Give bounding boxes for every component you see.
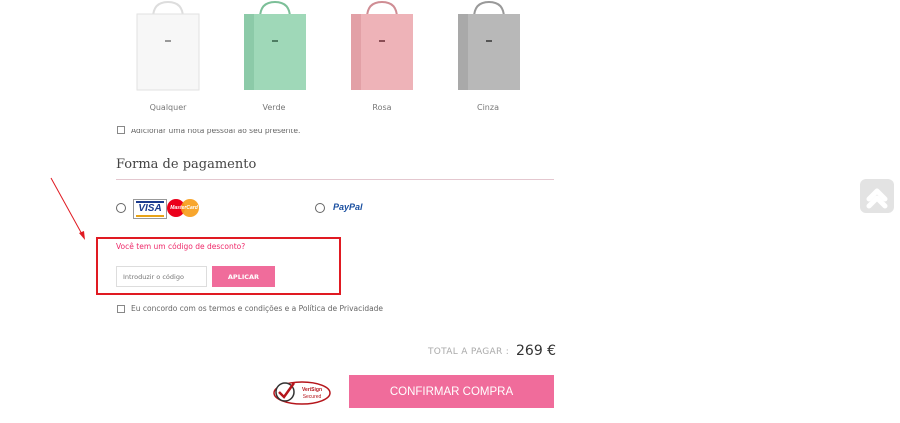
mastercard-text: MasterCard: [170, 205, 198, 211]
gift-bag-label: Rosa: [372, 103, 392, 112]
gift-bag-label: Cinza: [477, 103, 499, 112]
verisign-seal: VeriSign Secured: [273, 381, 331, 405]
gift-bag-label: Verde: [262, 103, 286, 112]
section-divider: [116, 179, 554, 180]
discount-code-question: Você tem um código de desconto?: [116, 242, 246, 251]
discount-code-input[interactable]: [116, 266, 207, 287]
payment-section-title: Forma de pagamento: [116, 157, 257, 172]
total-value: 269 €: [516, 343, 557, 359]
gift-bag-image: [458, 0, 520, 90]
gift-bag-image: [351, 0, 413, 90]
paypal-logo: PayPal: [333, 202, 363, 212]
paypal-payment-radio[interactable]: [315, 203, 325, 213]
apply-discount-button[interactable]: APLICAR: [212, 266, 275, 287]
scroll-top-button[interactable]: [860, 179, 894, 213]
confirm-purchase-button[interactable]: CONFIRMAR COMPRA: [349, 375, 554, 408]
visa-logo: VISA: [133, 199, 167, 219]
gift-note-label: Adicionar uma nota pessoal ao seu presen…: [131, 126, 301, 135]
chevron-up-icon: [866, 188, 888, 209]
gift-note-checkbox[interactable]: [117, 126, 125, 134]
total-label: TOTAL A PAGAR :: [428, 347, 510, 357]
terms-label[interactable]: Eu concordo com os termos e condições e …: [131, 304, 383, 313]
card-payment-radio[interactable]: [116, 203, 126, 213]
gift-bag-label: Qualquer: [149, 103, 187, 112]
gift-bag-image: [244, 0, 306, 90]
gift-bag-image: [136, 0, 200, 91]
terms-checkbox[interactable]: [117, 305, 125, 313]
svg-text:Secured: Secured: [303, 394, 322, 400]
svg-text:VeriSign: VeriSign: [302, 387, 322, 393]
